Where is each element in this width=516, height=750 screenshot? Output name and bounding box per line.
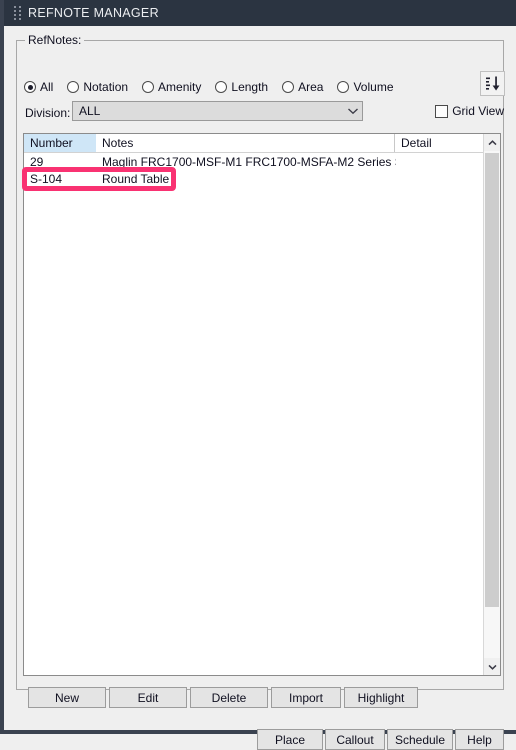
grid-view-label: Grid View — [452, 104, 504, 118]
grid-view-checkbox-box — [435, 104, 449, 118]
division-select[interactable]: ALL — [72, 101, 363, 121]
table-row[interactable]: 29 Maglin FRC1700-MSF-M1 FRC1700-MSFA-M2… — [24, 153, 483, 170]
radio-length-label: Length — [231, 80, 269, 94]
radio-length[interactable]: Length — [215, 80, 268, 94]
radio-all-label: All — [40, 80, 54, 94]
edit-button[interactable]: Edit — [109, 687, 187, 708]
column-header-notes[interactable]: Notes — [96, 134, 394, 152]
cell-notes: Round Table — [102, 171, 170, 186]
scroll-up-button[interactable] — [484, 134, 500, 151]
help-button[interactable]: Help — [455, 729, 504, 750]
sort-button[interactable] — [480, 71, 505, 96]
import-button[interactable]: Import — [271, 687, 341, 708]
radio-all[interactable]: All — [24, 80, 53, 94]
radio-notation[interactable]: Notation — [67, 80, 128, 94]
radio-volume-label: Volume — [353, 80, 394, 94]
column-header-number[interactable]: Number — [24, 134, 96, 152]
new-button[interactable]: New — [28, 687, 106, 708]
refnote-type-radio-group: All Notation Amenity Length Area Volume — [24, 78, 408, 96]
radio-volume-indicator — [337, 81, 350, 93]
list-header-row: Number Notes Detail — [24, 134, 483, 153]
radio-notation-indicator — [67, 81, 80, 93]
radio-amenity-indicator — [142, 81, 155, 93]
radio-area-indicator — [282, 81, 295, 93]
list-vertical-scrollbar[interactable] — [483, 134, 500, 675]
refnotes-list[interactable]: Number Notes Detail 29 Maglin FRC1700-MS… — [23, 133, 501, 676]
grid-view-checkbox[interactable]: Grid View — [435, 104, 504, 118]
radio-notation-label: Notation — [83, 80, 129, 94]
delete-button[interactable]: Delete — [190, 687, 268, 708]
radio-volume[interactable]: Volume — [337, 80, 394, 94]
cell-number: S-104 — [30, 171, 63, 186]
chevron-up-icon — [487, 139, 497, 145]
radio-amenity-label: Amenity — [158, 80, 202, 94]
cell-notes: Maglin FRC1700-MSF-M1 FRC1700-MSFA-M2 Se… — [102, 154, 396, 169]
refnote-manager-window: REFNOTE MANAGER RefNotes: All Notation A… — [0, 0, 516, 750]
refnotes-group-label: RefNotes: — [25, 33, 85, 47]
cell-number: 29 — [30, 154, 44, 169]
radio-area-label: Area — [298, 80, 324, 94]
schedule-button[interactable]: Schedule — [387, 729, 453, 750]
chevron-down-icon — [487, 664, 497, 670]
radio-amenity[interactable]: Amenity — [142, 80, 201, 94]
window-titlebar: REFNOTE MANAGER — [4, 0, 516, 26]
scroll-down-button[interactable] — [484, 658, 500, 675]
drag-grip-icon[interactable] — [12, 6, 22, 20]
place-button[interactable]: Place — [257, 729, 323, 750]
division-label: Division: — [25, 106, 71, 120]
sort-descending-icon — [486, 76, 500, 91]
radio-all-indicator — [24, 81, 36, 93]
dialog-body: RefNotes: All Notation Amenity Length Ar… — [8, 26, 516, 750]
window-title: REFNOTE MANAGER — [28, 6, 159, 20]
radio-length-indicator — [215, 81, 228, 93]
column-header-detail[interactable]: Detail — [394, 134, 483, 152]
radio-area[interactable]: Area — [282, 80, 323, 94]
list-rows: 29 Maglin FRC1700-MSF-M1 FRC1700-MSFA-M2… — [24, 153, 483, 187]
chevron-down-icon — [344, 107, 362, 115]
scroll-thumb[interactable] — [485, 153, 499, 607]
table-row[interactable]: S-104 Round Table — [24, 170, 483, 187]
callout-button[interactable]: Callout — [325, 729, 385, 750]
division-selected-value: ALL — [79, 104, 101, 118]
highlight-button[interactable]: Highlight — [344, 687, 418, 708]
